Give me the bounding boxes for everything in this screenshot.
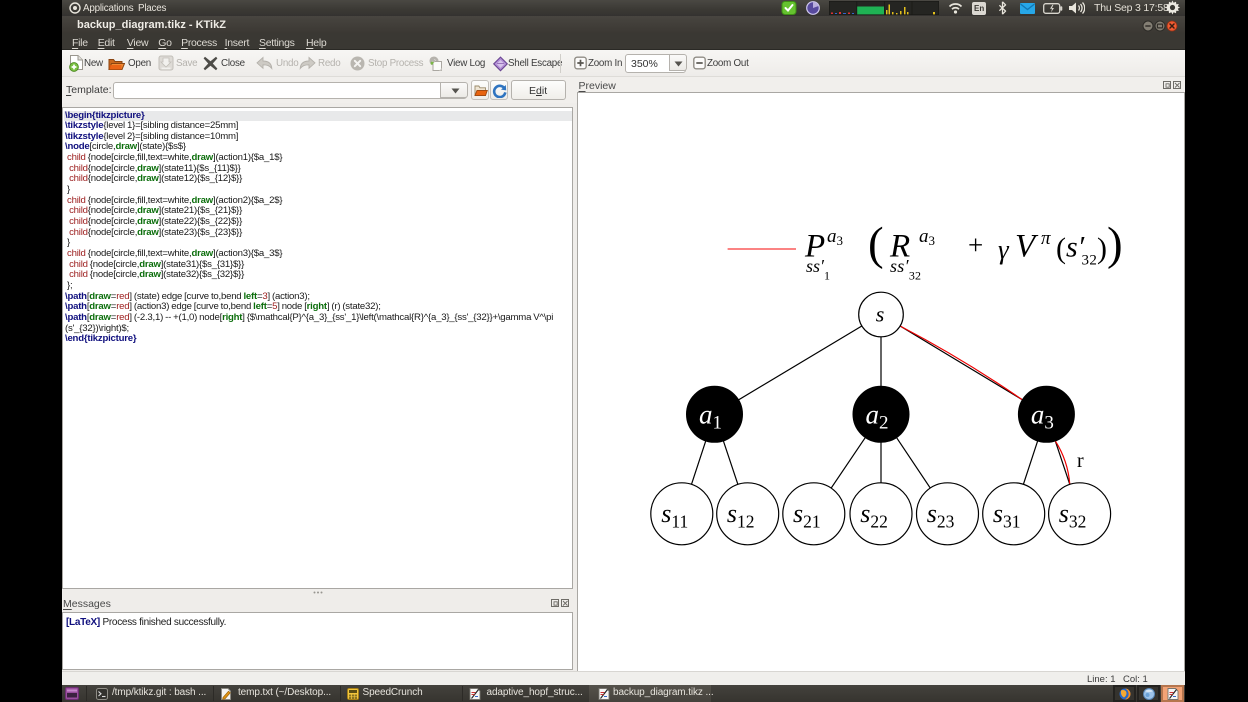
svg-text:): ) [1107, 218, 1123, 270]
svg-text:r: r [1077, 450, 1084, 472]
svg-text:s: s [876, 302, 885, 327]
svg-text:ss′1: ss′1 [806, 256, 830, 283]
svg-text:32: 32 [1082, 253, 1098, 269]
svg-text:a3: a3 [827, 226, 843, 248]
svg-text:+: + [968, 230, 983, 260]
svg-text:π: π [1041, 228, 1051, 249]
svg-text:γ: γ [998, 235, 1010, 265]
svg-text:a3: a3 [919, 226, 935, 248]
svg-text:ss′32: ss′32 [890, 256, 921, 283]
svg-text:V: V [1015, 229, 1039, 265]
svg-text:): ) [1097, 232, 1107, 265]
svg-text:(: ( [868, 218, 884, 270]
svg-text:(: ( [1056, 232, 1066, 265]
